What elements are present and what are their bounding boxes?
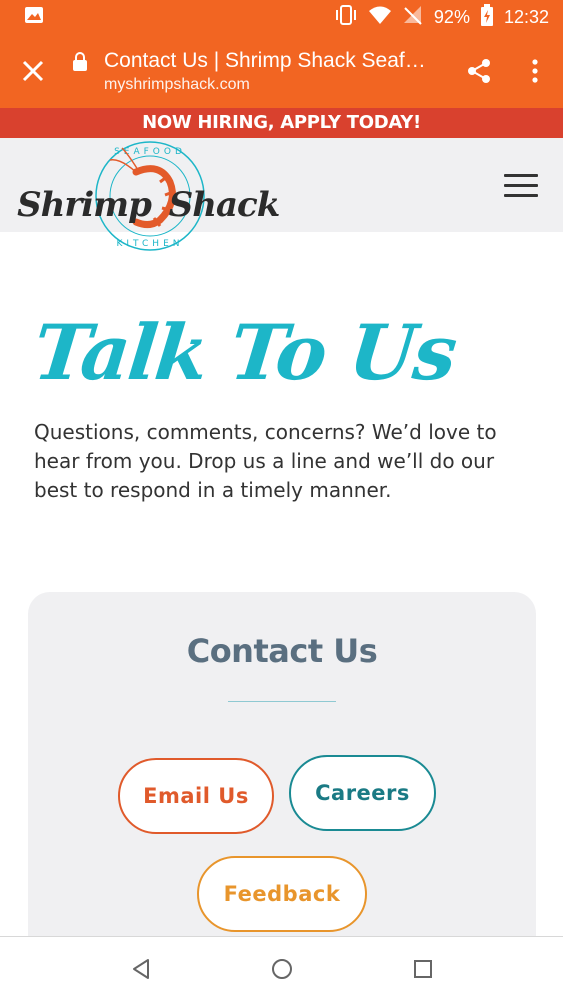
close-button[interactable]	[0, 34, 66, 108]
battery-charging-icon	[480, 3, 494, 31]
svg-text:Shrimp: Shrimp	[17, 185, 152, 225]
page-heading: Talk To Us	[29, 308, 460, 397]
url-text[interactable]: myshrimpshack.com	[72, 76, 451, 94]
page-title: Contact Us | Shrimp Shack Seaf…	[104, 48, 426, 72]
hiring-banner[interactable]: NOW HIRING, APPLY TODAY!	[0, 108, 563, 138]
home-circle-icon	[271, 958, 292, 979]
shrimp-shack-logo[interactable]: SEAFOOD KITCHEN Shrimp Shack	[10, 140, 290, 252]
status-bar: 92% 12:32	[0, 0, 563, 34]
browser-toolbar: Contact Us | Shrimp Shack Seaf… myshrimp…	[0, 34, 563, 108]
home-button[interactable]	[262, 949, 302, 989]
share-icon	[468, 59, 490, 83]
close-icon	[22, 60, 44, 82]
email-us-button[interactable]: Email Us	[118, 758, 274, 834]
recents-square-icon	[413, 959, 432, 978]
system-nav-bar	[0, 936, 563, 1000]
contact-card-title: Contact Us	[186, 632, 378, 670]
vibrate-icon	[334, 4, 358, 30]
title-area: Contact Us | Shrimp Shack Seaf… myshrimp…	[66, 49, 451, 94]
clock: 12:32	[503, 6, 549, 27]
wifi-icon	[368, 5, 392, 30]
careers-button[interactable]: Careers	[289, 755, 436, 831]
no-signal-icon	[402, 5, 424, 30]
menu-button[interactable]	[504, 174, 540, 200]
battery-percent: 92%	[433, 6, 470, 27]
back-triangle-icon	[132, 958, 149, 979]
intro-paragraph: Questions, comments, concerns? We’d love…	[34, 420, 497, 502]
site-header: SEAFOOD KITCHEN Shrimp Shack	[0, 138, 563, 251]
image-icon	[24, 6, 44, 29]
more-options-button[interactable]	[507, 34, 563, 108]
divider	[228, 701, 336, 702]
svg-text:Shack: Shack	[169, 185, 280, 225]
recents-button[interactable]	[403, 949, 443, 989]
share-button[interactable]	[451, 34, 507, 108]
lock-icon	[72, 51, 104, 71]
feedback-button[interactable]: Feedback	[197, 856, 367, 932]
svg-text:KITCHEN: KITCHEN	[117, 239, 184, 249]
hamburger-menu-icon	[504, 174, 538, 177]
more-vert-icon	[532, 59, 538, 83]
back-button[interactable]	[121, 949, 161, 989]
